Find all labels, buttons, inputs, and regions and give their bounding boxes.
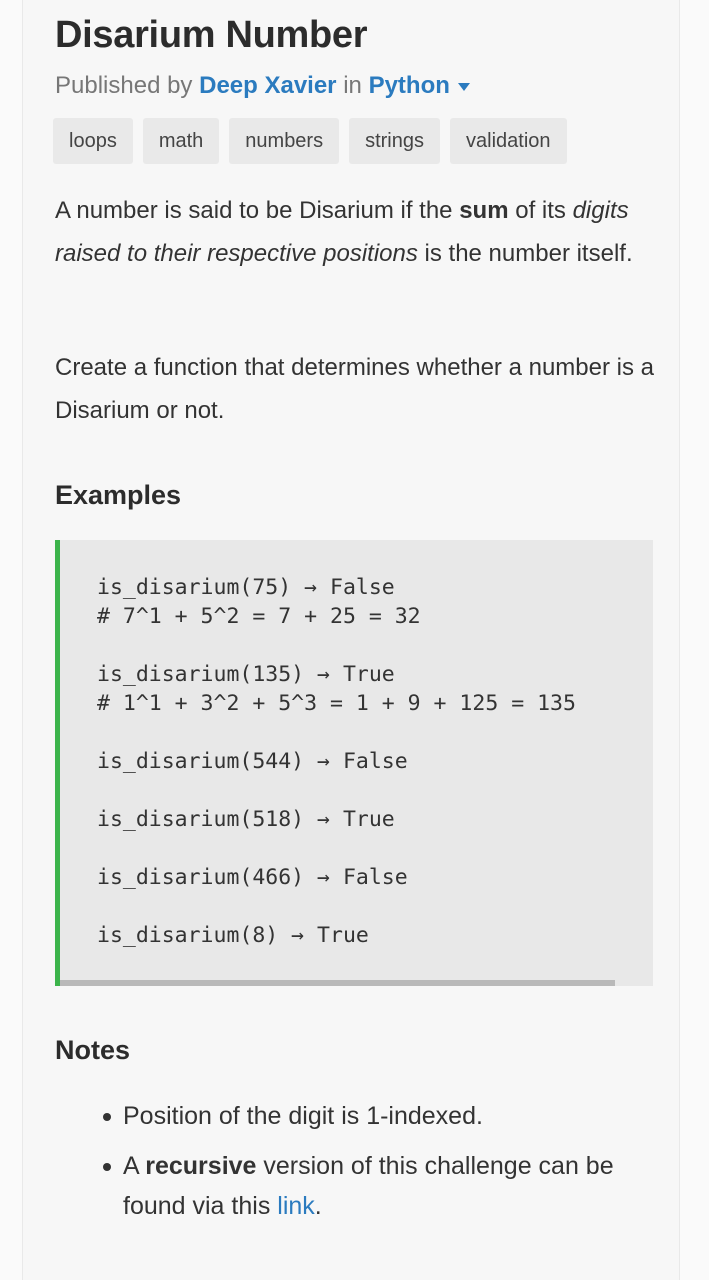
description-paragraph-2: Create a function that determines whethe…	[55, 354, 654, 424]
code-line: is_disarium(135) → True	[97, 662, 395, 687]
note-text: Position of the digit is 1-indexed.	[123, 1102, 483, 1130]
examples-code-block: is_disarium(75) → False # 7^1 + 5^2 = 7 …	[55, 540, 653, 986]
language-dropdown[interactable]: Python	[369, 72, 470, 99]
code-line: is_disarium(518) → True	[97, 807, 395, 832]
notes-list: Position of the digit is 1-indexed. A re…	[55, 1096, 675, 1236]
code-line: # 1^1 + 3^2 + 5^3 = 1 + 9 + 125 = 135	[97, 691, 576, 716]
note-text: .	[314, 1192, 322, 1220]
examples-heading: Examples	[55, 480, 182, 510]
in-text: in	[343, 72, 362, 99]
challenge-card: Disarium Number Published by Deep Xavier…	[22, 0, 680, 1280]
tag-strings[interactable]: strings	[349, 118, 440, 164]
code-line: # 7^1 + 5^2 = 7 + 25 = 32	[97, 604, 421, 629]
desc-text-1: A number is said to be Disarium if the	[55, 197, 460, 224]
tag-numbers[interactable]: numbers	[229, 118, 340, 164]
published-by-text: Published by	[55, 72, 193, 99]
note-bold-recursive: recursive	[145, 1152, 257, 1180]
tag-loops[interactable]: loops	[53, 118, 133, 164]
language-label: Python	[368, 72, 450, 99]
desc-bold-sum: sum	[459, 197, 509, 224]
note-text: A	[123, 1152, 146, 1180]
code-line: is_disarium(544) → False	[97, 749, 408, 774]
code-line: is_disarium(75) → False	[97, 575, 395, 600]
description-paragraph-1: A number is said to be Disarium if the s…	[55, 189, 655, 275]
challenge-title: Disarium Number	[55, 14, 368, 56]
tag-validation[interactable]: validation	[450, 118, 567, 164]
caret-down-icon	[457, 82, 470, 91]
recursive-challenge-link[interactable]: link	[277, 1192, 315, 1220]
tag-math[interactable]: math	[142, 118, 220, 164]
notes-heading: Notes	[55, 1035, 131, 1065]
author-link[interactable]: Deep Xavier	[199, 72, 336, 99]
note-item: Position of the digit is 1-indexed.	[55, 1096, 675, 1136]
horizontal-scrollbar[interactable]	[60, 980, 615, 986]
code-line: is_disarium(8) → True	[97, 923, 369, 948]
tag-list: loops math numbers strings validation	[53, 118, 567, 164]
desc-text-2: of its	[508, 197, 573, 224]
byline: Published by Deep Xavier in Python	[55, 72, 470, 100]
desc-text-3: is the number itself.	[417, 240, 633, 267]
code-line: is_disarium(466) → False	[97, 865, 408, 890]
note-item: A recursive version of this challenge ca…	[55, 1146, 675, 1226]
